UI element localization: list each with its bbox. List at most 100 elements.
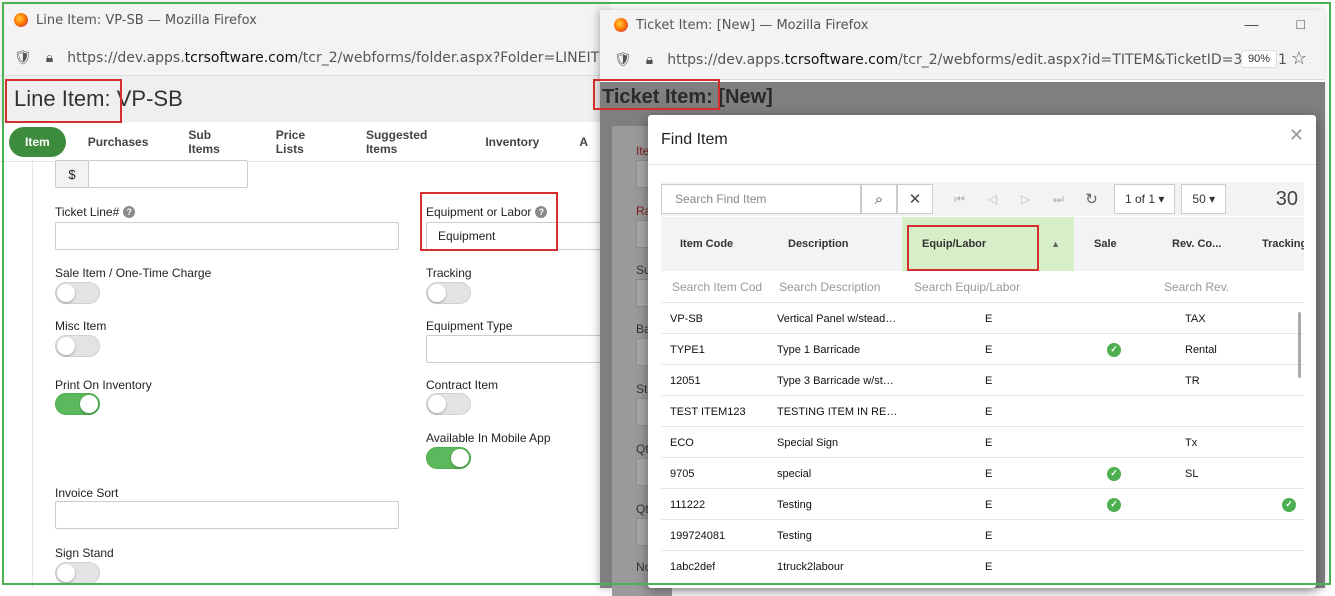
page-title: Ticket Item: [New] <box>600 82 1325 112</box>
firefox-icon <box>614 18 628 32</box>
column-header-sale[interactable]: Sale <box>1094 217 1117 271</box>
window-title: Line Item: VP-SB — Mozilla Firefox <box>36 12 257 28</box>
misc-item-label: Misc Item <box>55 319 107 333</box>
table-cell-rev: TAX <box>1185 312 1206 325</box>
contract-item-label: Contract Item <box>426 378 499 392</box>
column-header-description[interactable]: Description <box>788 217 849 271</box>
help-icon[interactable]: ? <box>535 206 548 218</box>
tracking-label: Tracking <box>426 266 472 280</box>
invoice-sort-input[interactable] <box>55 501 399 529</box>
item-form: $ Ticket Line#? Equipment or Labor? Equi… <box>32 160 610 588</box>
sale-item-toggle[interactable] <box>55 282 100 304</box>
clear-icon[interactable]: ✕ <box>897 184 933 214</box>
tab-item[interactable]: Item <box>9 126 66 157</box>
equipment-or-labor-value: Equipment <box>438 229 496 243</box>
equipment-or-labor-select[interactable]: Equipment <box>426 222 606 250</box>
table-cell-equip: E <box>985 343 993 356</box>
address-bar[interactable]: 🛡︎ 🔒︎ https://dev.apps. tcrsoftware.com/t… <box>600 40 1325 80</box>
shield-icon[interactable]: 🛡︎ <box>14 50 32 66</box>
shield-icon[interactable]: 🛡︎ <box>614 52 632 68</box>
background-label: Qt <box>636 442 649 456</box>
last-page-icon[interactable]: ⏭︎ <box>1042 192 1075 207</box>
table-cell-desc: Testing <box>777 498 812 511</box>
result-count: 30 <box>1275 187 1298 210</box>
url-domain: tcrsoftware.com <box>184 49 299 66</box>
table-cell-code: TEST ITEM123 <box>670 405 746 418</box>
find-item-search-input[interactable]: Search Find Item <box>661 184 861 214</box>
available-mobile-label: Available In Mobile App <box>426 431 551 445</box>
zoom-level-button[interactable]: 90% <box>1240 50 1277 68</box>
invoice-sort-label: Invoice Sort <box>55 486 119 500</box>
filter-equip-labor[interactable]: Search Equip/Labor <box>914 271 1054 303</box>
page-title-label: Line Item: <box>14 86 111 111</box>
contract-item-toggle[interactable] <box>426 393 471 415</box>
filter-item-code[interactable]: Search Item Cod <box>672 271 762 303</box>
table-cell-equip: E <box>985 560 993 573</box>
tab-sub-items[interactable]: Sub Items <box>170 121 253 163</box>
next-page-icon[interactable]: ▷ <box>1009 192 1042 206</box>
table-row[interactable]: VP-SB Vertical Panel w/stead… E TAX <box>661 302 1304 333</box>
tracking-toggle[interactable] <box>426 282 471 304</box>
close-icon[interactable]: ✕ <box>1289 125 1304 146</box>
table-row[interactable]: 12051 Type 3 Barricade w/st… E TR <box>661 364 1304 395</box>
bookmark-star-icon[interactable]: ☆ <box>1291 48 1307 69</box>
table-cell-code: 111222 <box>670 498 706 511</box>
search-icon[interactable]: ⌕ <box>861 184 897 214</box>
help-icon[interactable]: ? <box>123 206 136 218</box>
page-title-value: VP-SB <box>116 86 183 111</box>
minimize-icon[interactable]: — <box>1245 16 1259 32</box>
table-row[interactable]: 1abc2def 1truck2labour E <box>661 550 1304 581</box>
tab-suggested-items[interactable]: Suggested Items <box>348 121 463 163</box>
page-title-value: [New] <box>718 85 773 108</box>
window-titlebar: Line Item: VP-SB — Mozilla Firefox <box>0 0 610 40</box>
table-cell-equip: E <box>985 498 993 511</box>
url-domain: tcrsoftware.com <box>784 51 899 68</box>
table-cell-desc: Type 1 Barricade <box>777 343 861 356</box>
window-titlebar: Ticket Item: [New] — Mozilla Firefox <box>600 10 1325 40</box>
check-circle-icon: ✓ <box>1107 342 1121 357</box>
filter-description[interactable]: Search Description <box>779 271 899 303</box>
table-cell-desc: 1truck2labour <box>777 560 844 573</box>
page-title: Line Item: VP-SB <box>0 76 610 122</box>
table-row[interactable]: ECO Special Sign E Tx <box>661 426 1304 457</box>
table-row[interactable]: 199724081 Testing E <box>661 519 1304 550</box>
table-cell-rev: TR <box>1185 374 1200 387</box>
column-header-equip-labor[interactable]: Equip/Labor ▲ <box>902 217 1074 271</box>
available-mobile-toggle[interactable] <box>426 447 471 469</box>
column-header-tracking[interactable]: Tracking <box>1262 217 1304 271</box>
tab-purchases[interactable]: Purchases <box>70 128 167 156</box>
check-circle-icon: ✓ <box>1107 466 1121 481</box>
column-header-item-code[interactable]: Item Code <box>680 217 733 271</box>
tab-inventory[interactable]: Inventory <box>467 128 557 156</box>
print-on-inventory-toggle[interactable] <box>55 393 100 415</box>
table-cell-desc: Special Sign <box>777 436 839 449</box>
maximize-icon[interactable]: □ <box>1297 16 1305 32</box>
tab-price-lists[interactable]: Price Lists <box>258 121 344 163</box>
price-input[interactable] <box>88 160 248 188</box>
lock-icon[interactable]: 🔒︎ <box>46 50 53 66</box>
misc-item-toggle[interactable] <box>55 335 100 357</box>
background-label: Qt <box>636 502 649 516</box>
filter-rev-code[interactable]: Search Rev. <box>1164 271 1232 303</box>
prev-page-icon[interactable]: ◁ <box>976 192 1009 206</box>
refresh-icon[interactable]: ↻ <box>1075 190 1108 208</box>
sign-stand-label: Sign Stand <box>55 546 114 560</box>
table-row[interactable]: 111222 Testing E ✓ ✓ <box>661 488 1304 519</box>
ticket-line-input[interactable] <box>55 222 399 250</box>
table-row[interactable]: TYPE1 Type 1 Barricade E ✓ Rental <box>661 333 1304 364</box>
address-bar[interactable]: 🛡︎ 🔒︎ https://dev.apps. tcrsoftware.com/t… <box>0 40 610 76</box>
page-selector[interactable]: 1 of 1 ▾ <box>1114 184 1176 214</box>
column-header-rev-code[interactable]: Rev. Co... <box>1172 217 1221 271</box>
page-size-selector[interactable]: 50 ▾ <box>1181 184 1227 214</box>
table-row[interactable]: TEST ITEM123 TESTING ITEM IN RE… E <box>661 395 1304 426</box>
scrollbar[interactable] <box>1298 312 1301 378</box>
equipment-type-select[interactable] <box>426 335 606 363</box>
sign-stand-toggle[interactable] <box>55 562 100 584</box>
table-cell-sale: ✓ <box>1107 489 1121 520</box>
url-suffix: /tcr_2/webforms/folder.aspx?Folder=LINEI… <box>298 49 610 66</box>
table-cell-equip: E <box>985 312 993 325</box>
sale-item-label: Sale Item / One-Time Charge <box>55 266 212 280</box>
first-page-icon[interactable]: ⏮︎ <box>943 192 976 207</box>
table-row[interactable]: 9705 special E ✓ SL <box>661 457 1304 488</box>
lock-icon[interactable]: 🔒︎ <box>646 52 653 68</box>
